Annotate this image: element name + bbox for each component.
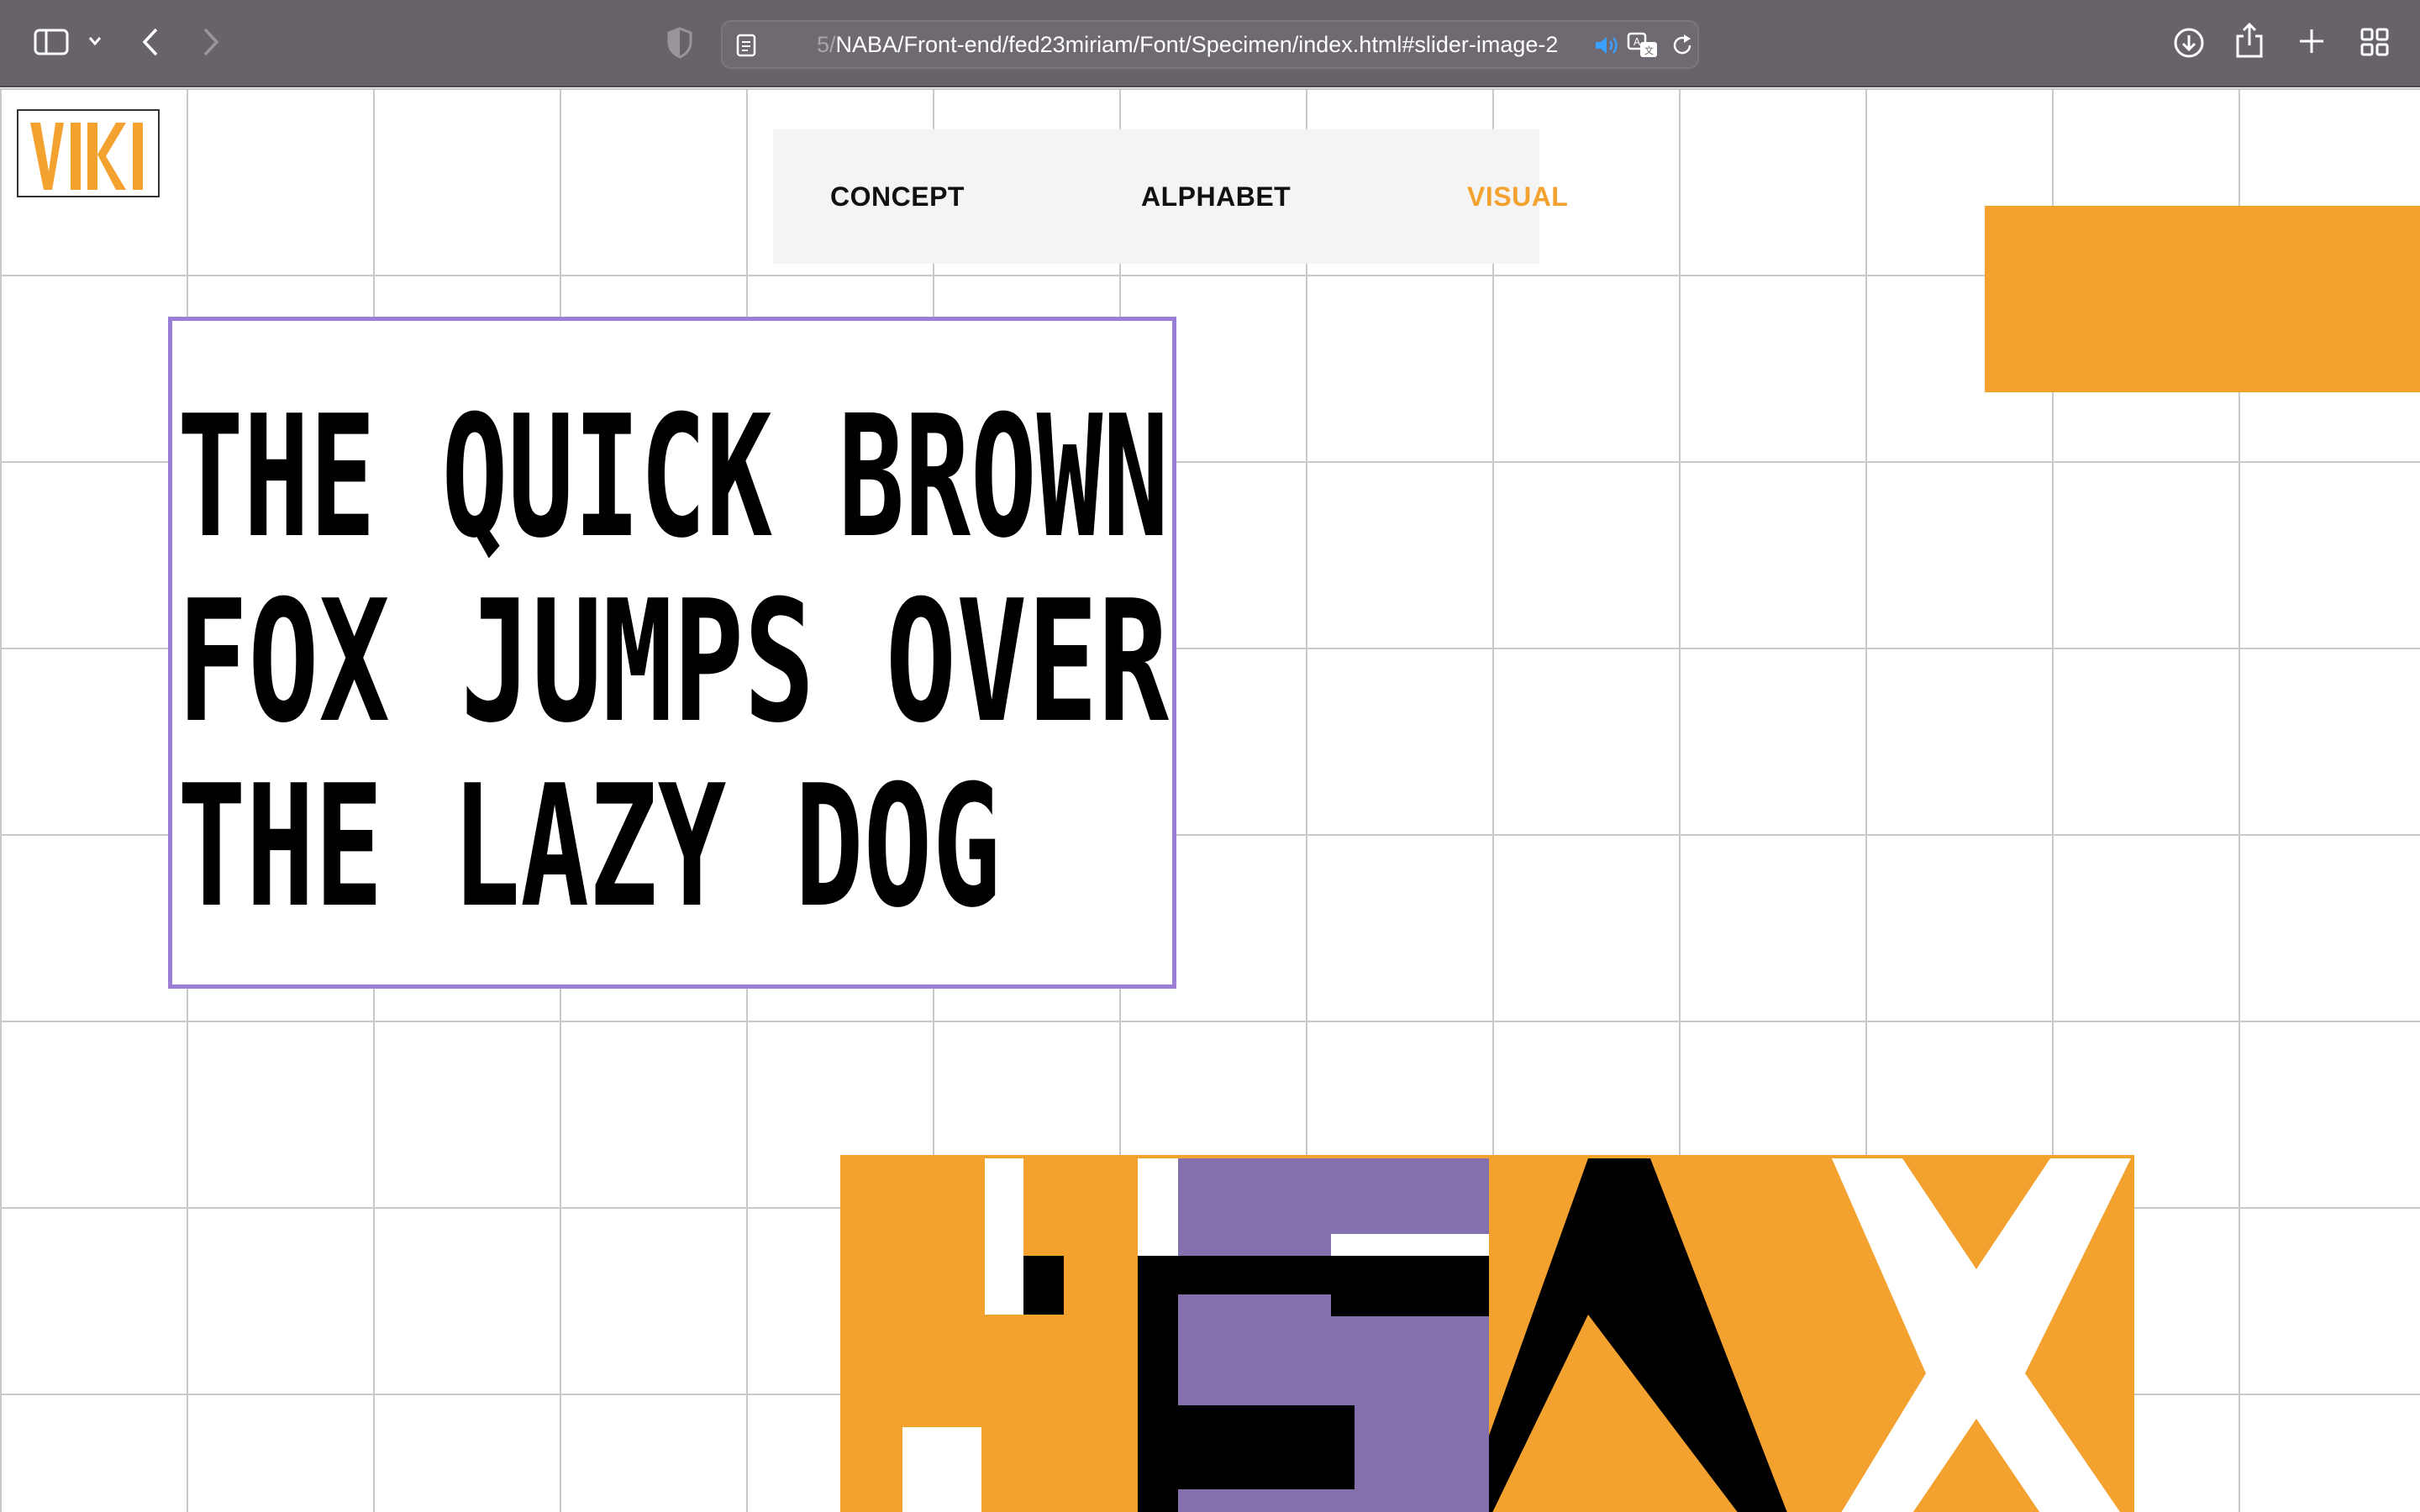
nav-concept[interactable]: CONCEPT [830,129,965,264]
font-specimen-card[interactable]: THE QUICK BROWN FOX JUMPS OVER THE LAZY DO… [168,317,1176,989]
reader-page-icon[interactable] [736,34,756,57]
privacy-shield-icon[interactable] [667,27,692,59]
page-content: CONCEPT ALPHABET VISUAL THE QUICK BROWN F… [0,88,2420,1512]
browser-toolbar: 5/NABA/Front-end/fed23miriam/Font/Specim… [0,0,2420,87]
specimen-line-2: FOX JUMPS OVER [177,564,1169,760]
forward-icon[interactable] [202,27,220,57]
nav-alphabet[interactable]: ALPHABET [1141,129,1291,264]
nav-visual[interactable]: VISUAL [1467,129,1568,264]
plus-icon[interactable] [2297,27,2326,55]
viki-logo[interactable] [17,109,160,197]
slider-image[interactable] [840,1155,2134,1512]
audio-icon[interactable] [1593,34,1620,57]
reload-icon[interactable] [1670,34,1694,57]
address-bar[interactable]: 5/NABA/Front-end/fed23miriam/Font/Specim… [721,20,1699,69]
url-main: NABA/Front-end/fed23miriam/Font/Specimen… [835,32,1559,57]
specimen-line-1: THE QUICK BROWN [177,380,1169,575]
url-text[interactable]: 5/NABA/Front-end/fed23miriam/Font/Specim… [817,22,1573,67]
chevron-down-icon[interactable] [87,35,103,47]
specimen-text-graphic: THE QUICK BROWNFOX JUMPS OVERTHE LAZY DO… [177,380,1169,945]
sidebar-icon[interactable] [34,29,69,55]
main-nav: CONCEPT ALPHABET VISUAL [773,129,1568,264]
svg-text:A: A [1634,36,1641,48]
translate-icon[interactable]: A文 [1627,32,1659,59]
decorative-orange-block [1985,206,2420,392]
share-icon[interactable] [2235,22,2264,59]
url-prefix: 5/ [817,32,836,57]
download-icon[interactable] [2173,27,2205,59]
specimen-line-3: THE LAZY DOG [177,749,1001,945]
back-icon[interactable] [141,27,160,57]
tabs-grid-icon[interactable] [2360,27,2390,57]
slider-image-graphic [902,1158,2131,1512]
svg-text:文: 文 [1644,45,1654,56]
